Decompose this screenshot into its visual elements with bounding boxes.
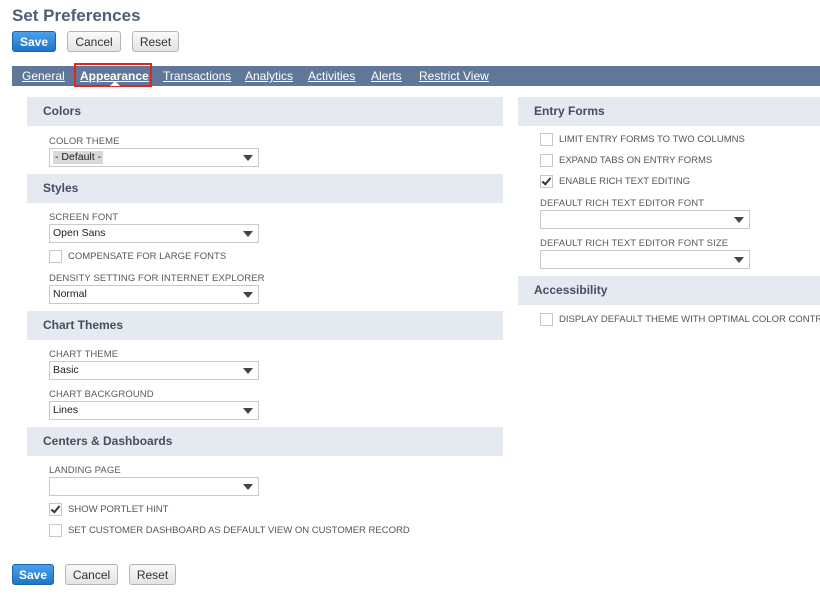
optimal-contrast-label: DISPLAY DEFAULT THEME WITH OPTIMAL COLOR… [559,313,820,325]
rte-font-size-select[interactable] [540,250,750,269]
tab-general[interactable]: General [22,66,65,86]
customer-dashboard-default-label: SET CUSTOMER DASHBOARD AS DEFAULT VIEW O… [68,524,410,536]
chart-theme-label: CHART THEME [49,349,119,360]
tab-restrict-view-label: Restrict View [419,69,489,83]
chart-background-label: CHART BACKGROUND [49,389,154,400]
section-header-chart-themes: Chart Themes [27,311,503,340]
section-header-accessibility: Accessibility [518,276,820,305]
cancel-button[interactable]: Cancel [67,31,121,52]
chart-background-value: Lines [53,404,79,416]
compensate-large-fonts-checkbox[interactable] [49,249,62,263]
screen-font-value: Open Sans [53,227,106,239]
expand-tabs-label: EXPAND TABS ON ENTRY FORMS [559,154,713,166]
rte-font-label: DEFAULT RICH TEXT EDITOR FONT [540,198,705,209]
limit-two-columns-row: LIMIT ENTRY FORMS TO TWO COLUMNS [540,132,745,146]
chevron-down-icon [243,484,253,490]
show-portlet-hint-row: SHOW PORTLET HINT [49,502,168,516]
customer-dashboard-default-checkbox[interactable] [49,523,62,537]
landing-page-label: LANDING PAGE [49,465,121,476]
chart-theme-value: Basic [53,364,79,376]
screen-font-select[interactable]: Open Sans [49,224,259,243]
density-label: DENSITY SETTING FOR INTERNET EXPLORER [49,273,265,284]
compensate-large-fonts-label: COMPENSATE FOR LARGE FONTS [68,250,227,262]
chevron-down-icon [243,155,253,161]
color-theme-label: COLOR THEME [49,136,120,147]
show-portlet-hint-label: SHOW PORTLET HINT [68,503,169,515]
expand-tabs-checkbox[interactable] [540,153,553,167]
chart-background-select[interactable]: Lines [49,401,259,420]
screen-font-label: SCREEN FONT [49,212,119,223]
save-button[interactable]: Save [12,564,54,585]
color-theme-select[interactable]: - Default - [49,148,259,167]
tab-analytics[interactable]: Analytics [245,66,293,86]
optimal-contrast-checkbox[interactable] [540,312,553,326]
density-value: Normal [53,288,87,300]
save-button[interactable]: Save [12,31,56,52]
bottom-button-row: Save Cancel Reset [12,564,187,585]
limit-two-columns-label: LIMIT ENTRY FORMS TO TWO COLUMNS [559,133,745,145]
tab-bar: General Appearance Transactions Analytic… [12,63,820,87]
page-title: Set Preferences [12,6,141,25]
tab-alerts-label: Alerts [371,69,402,83]
checkmark-icon [541,174,552,186]
tab-analytics-label: Analytics [245,69,294,83]
rich-text-editing-row: ENABLE RICH TEXT EDITING [540,174,690,188]
active-tab-pointer [110,81,120,86]
rte-font-select[interactable] [540,210,750,229]
tab-activities[interactable]: Activities [308,66,355,86]
top-button-row: Save Cancel Reset [12,31,190,52]
rich-text-editing-label: ENABLE RICH TEXT EDITING [559,175,691,187]
color-theme-value: - Default - [53,151,104,164]
tab-general-label: General [22,69,65,83]
section-header-entry-forms: Entry Forms [518,97,820,126]
density-select[interactable]: Normal [49,285,259,304]
reset-button[interactable]: Reset [132,31,179,52]
section-header-colors: Colors [27,97,503,126]
rte-font-size-label: DEFAULT RICH TEXT EDITOR FONT SIZE [540,238,729,249]
chevron-down-icon [734,217,744,223]
limit-two-columns-checkbox[interactable] [540,132,553,146]
cancel-button[interactable]: Cancel [65,564,118,585]
customer-dashboard-default-row: SET CUSTOMER DASHBOARD AS DEFAULT VIEW O… [49,523,410,537]
section-header-centers-dashboards: Centers & Dashboards [27,427,503,456]
show-portlet-hint-checkbox[interactable] [49,502,62,516]
expand-tabs-row: EXPAND TABS ON ENTRY FORMS [540,153,712,167]
optimal-contrast-row: DISPLAY DEFAULT THEME WITH OPTIMAL COLOR… [540,312,820,326]
landing-page-select[interactable] [49,477,259,496]
chart-theme-select[interactable]: Basic [49,361,259,380]
reset-button[interactable]: Reset [129,564,176,585]
section-header-styles: Styles [27,174,503,203]
tab-transactions-label: Transactions [163,69,232,83]
chevron-down-icon [243,292,253,298]
tab-transactions[interactable]: Transactions [163,66,231,86]
chevron-down-icon [243,408,253,414]
checkmark-icon [50,502,61,514]
rich-text-editing-checkbox[interactable] [540,174,553,188]
chevron-down-icon [243,368,253,374]
tab-restrict-view[interactable]: Restrict View [419,66,489,86]
tab-alerts[interactable]: Alerts [371,66,402,86]
chevron-down-icon [734,257,744,263]
chevron-down-icon [243,231,253,237]
compensate-large-fonts-row: COMPENSATE FOR LARGE FONTS [49,249,226,263]
tab-activities-label: Activities [308,69,356,83]
